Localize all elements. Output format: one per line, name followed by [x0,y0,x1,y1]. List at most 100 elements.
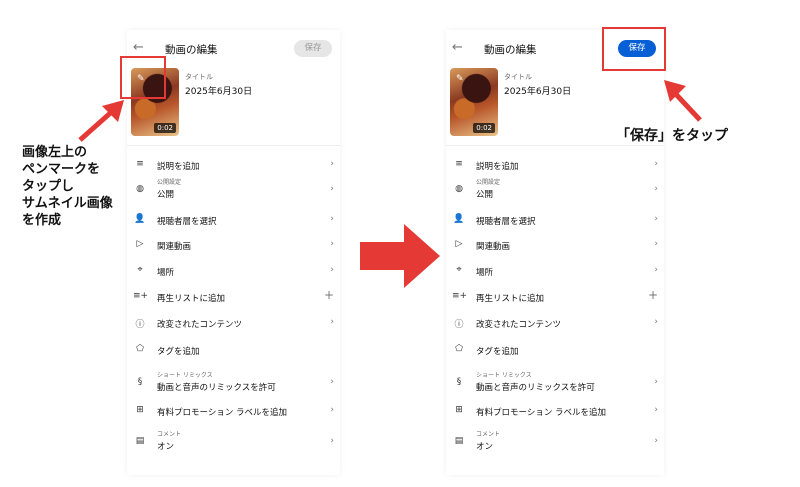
video-thumbnail[interactable]: ✎ 0:02 [450,68,498,136]
title-label: タイトル [185,73,213,81]
menu-item-icon: ▷ [455,239,463,249]
menu-item-label: タグを追加 [476,347,519,357]
next-step-arrow [360,224,440,288]
menu-item-label: オン [157,442,175,452]
menu-item-icon: ≡+ [452,291,468,301]
duration-badge: 0:02 [473,123,495,133]
menu-item[interactable]: ≡+ 再生リストに追加 + [127,287,340,309]
menu-item-label: 視聴者層を選択 [157,217,217,227]
title-label: タイトル [504,73,532,81]
menu-item[interactable]: ⬠ タグを追加 [127,340,340,362]
duration-badge: 0:02 [154,123,176,133]
chevron-right-icon[interactable]: › [330,436,334,446]
chevron-right-icon[interactable]: › [330,265,334,275]
menu-item-sublabel: コメント [476,431,501,438]
menu-item-label: 説明を追加 [157,162,200,172]
menu-item-sublabel: コメント [157,431,182,438]
menu-item-label: 関連動画 [476,242,511,252]
menu-item-sublabel: ショート リミックス [157,372,213,379]
title-value[interactable]: 2025年6月30日 [185,84,252,97]
chevron-right-icon[interactable]: › [654,265,658,275]
right-instruction: 「保存」をタップ [616,128,728,144]
menu-item[interactable]: 👤 視聴者層を選択 › [127,210,340,232]
menu-item[interactable]: ≡+ 再生リストに追加 + [446,287,664,309]
menu-item[interactable]: 👤 視聴者層を選択 › [446,210,664,232]
menu-item-icon: ≡+ [133,291,149,301]
menu-item-label: 関連動画 [157,242,192,252]
menu-item[interactable]: ⓘ 改変されたコンテンツ › [127,313,340,335]
pointer-arrow-right [664,80,702,122]
chevron-right-icon[interactable]: › [654,159,658,169]
menu-item[interactable]: § ショート リミックス動画と音声のリミックスを許可 › [446,372,664,395]
menu-item-icon: ⌖ [456,265,462,275]
menu-item[interactable]: ⌖ 場所 › [127,261,340,283]
menu-item[interactable]: ▤ コメント オン › [446,431,664,454]
menu-item-label: 改変されたコンテンツ [157,320,243,330]
chevron-right-icon[interactable]: › [654,377,658,387]
menu-item-label: 説明を追加 [476,162,519,172]
menu-item-icon: ⌖ [137,265,143,275]
menu-item-icon: ⬠ [136,344,144,354]
menu-item-icon: ▤ [454,436,464,446]
menu-item[interactable]: ⓘ 改変されたコンテンツ › [446,313,664,335]
back-arrow-icon[interactable]: ← [133,40,144,55]
menu-item[interactable]: ≡ 説明を追加 › [446,155,664,177]
plus-icon[interactable]: + [648,288,658,302]
chevron-right-icon[interactable]: › [330,377,334,387]
menu-item[interactable]: § ショート リミックス 動画と音声のリミックスを許可 › [127,372,340,395]
menu-item-icon: ⓘ [135,320,145,330]
chevron-right-icon[interactable]: › [654,214,658,224]
menu-item[interactable]: ≡ 説明を追加 › [127,155,340,177]
menu-item-label: 有料プロモーション ラベルを追加 [476,408,607,418]
menu-item-icon: 👤 [453,214,465,224]
chevron-right-icon[interactable]: › [330,159,334,169]
menu-item-label: 動画と音声のリミックスを許可 [476,383,595,393]
menu-item-label: 動画と音声のリミックスを許可 [157,383,276,393]
plus-icon[interactable]: + [324,288,334,302]
menu-item-sublabel: 公開設定 [157,179,182,186]
page-title: 動画の編集 [165,44,218,56]
chevron-right-icon[interactable]: › [654,436,658,446]
chevron-right-icon[interactable]: › [330,214,334,224]
menu-item[interactable]: ⬠ タグを追加 [446,340,664,362]
menu-item-icon: ▷ [136,239,144,249]
menu-item-sublabel: 公開設定 [476,179,501,186]
menu-item-icon: ◍ [455,184,463,194]
menu-item-icon: § [456,377,462,387]
menu-item[interactable]: ◍ 公開設定公開 › [446,179,664,202]
menu-item[interactable]: ▷ 関連動画 › [127,235,340,257]
menu-item-label: 有料プロモーション ラベルを追加 [157,408,288,418]
menu-item-icon: ▤ [135,436,145,446]
pen-icon[interactable]: ✎ [456,74,464,84]
save-highlight-box [602,27,666,71]
chevron-right-icon[interactable]: › [330,317,334,327]
save-button[interactable]: 保存 [294,40,332,57]
menu-item-label: 公開 [157,190,175,200]
page-title: 動画の編集 [484,44,537,56]
back-arrow-icon[interactable]: ← [452,40,463,55]
menu-item[interactable]: ▷ 関連動画 › [446,235,664,257]
chevron-right-icon[interactable]: › [330,405,334,415]
menu-item[interactable]: ⌖ 場所 › [446,261,664,283]
menu-item[interactable]: ⊞ 有料プロモーション ラベルを追加 › [127,401,340,423]
chevron-right-icon[interactable]: › [330,184,334,194]
chevron-right-icon[interactable]: › [330,239,334,249]
menu-item[interactable]: ▤ コメントオン › [127,431,340,454]
menu-item-label: 公開 [476,190,494,200]
menu-item-label: 改変されたコンテンツ [476,320,562,330]
title-value[interactable]: 2025年6月30日 [504,84,571,97]
chevron-right-icon[interactable]: › [654,405,658,415]
divider [446,145,664,146]
chevron-right-icon[interactable]: › [654,239,658,249]
menu-item[interactable]: ⊞ 有料プロモーション ラベルを追加 › [446,401,664,423]
chevron-right-icon[interactable]: › [654,184,658,194]
menu-item-sublabel: ショート リミックス [476,372,532,379]
left-instruction: 画像左上の ペンマークを タップし サムネイル画像 を作成 [22,145,113,228]
menu-item-icon: ⊞ [136,405,144,415]
chevron-right-icon[interactable]: › [654,317,658,327]
menu-item[interactable]: ◍ 公開設定 公開 › [127,179,340,202]
phone-screen-after: ← 動画の編集 保存 ✎ 0:02 タイトル 2025年6月30日 ≡ 説明を追加… [446,30,664,475]
menu-item-icon: ⓘ [454,320,464,330]
menu-item-icon: ⬠ [455,344,463,354]
divider [127,145,340,146]
